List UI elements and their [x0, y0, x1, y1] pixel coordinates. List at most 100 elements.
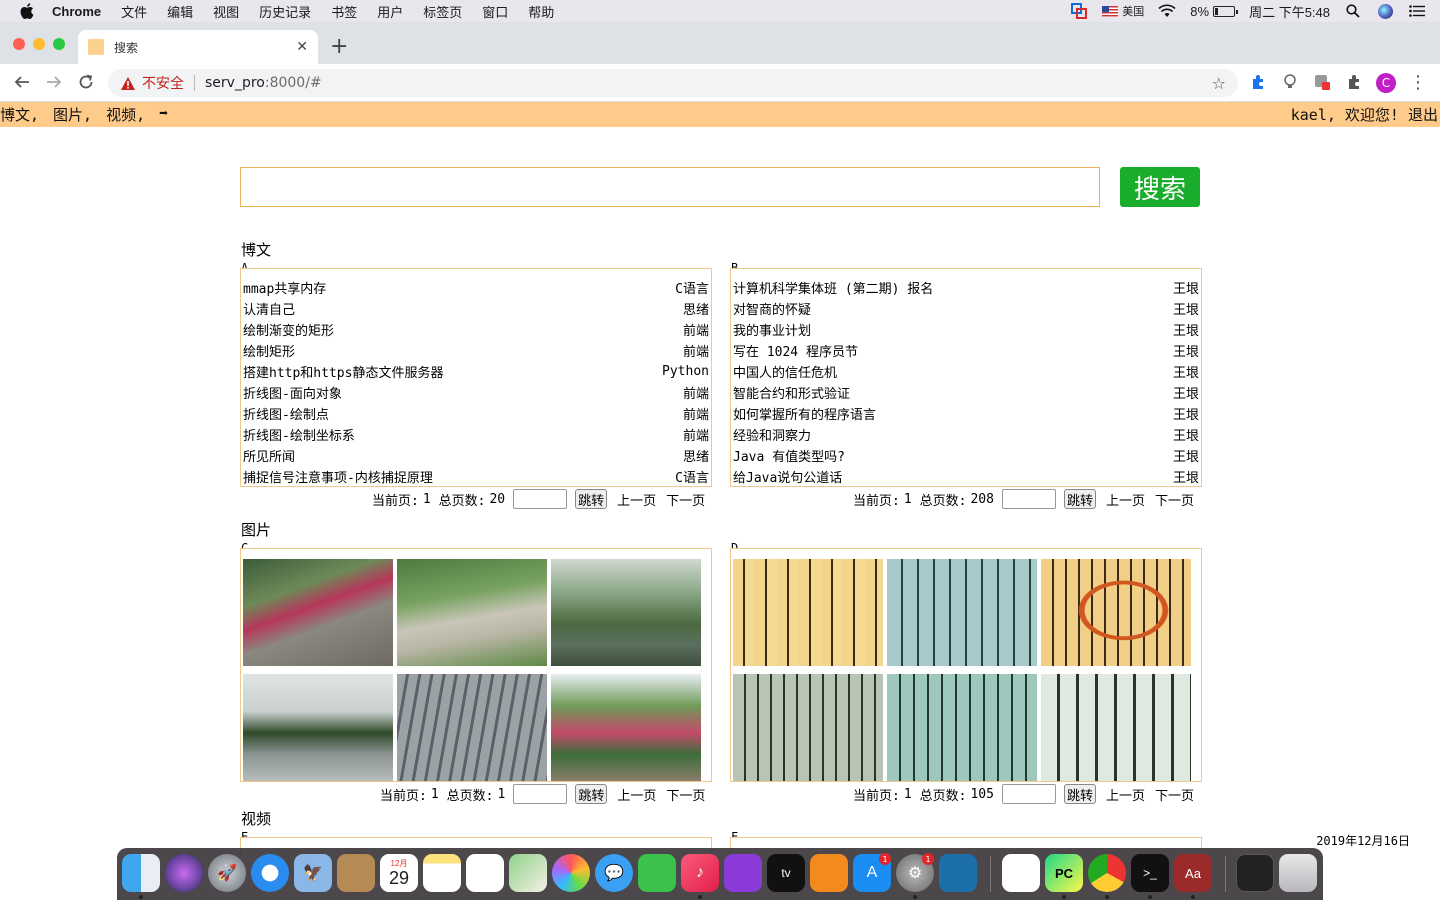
- next-page-link[interactable]: 下一页: [1155, 785, 1194, 804]
- list-item[interactable]: 绘制矩形 前端: [243, 340, 709, 361]
- extension-puzzle-blue-icon[interactable]: [1249, 73, 1267, 91]
- list-item[interactable]: 所见所闻 思绪: [243, 445, 709, 466]
- jump-button[interactable]: 跳转: [1063, 489, 1096, 509]
- post-title[interactable]: 折线图-绘制点: [243, 404, 329, 423]
- pycharm-icon[interactable]: PC: [1045, 854, 1083, 892]
- post-title[interactable]: mmap共享内存: [243, 278, 326, 297]
- post-title[interactable]: 中国人的信任危机: [733, 362, 837, 381]
- next-page-link[interactable]: 下一页: [666, 490, 705, 509]
- contacts-icon[interactable]: [337, 854, 375, 892]
- list-item[interactable]: Java 有值类型吗? 王垠: [733, 445, 1199, 466]
- nav-link-blog[interactable]: 博文,: [0, 104, 39, 125]
- terminal-icon[interactable]: >_: [1131, 854, 1169, 892]
- screenshot-extension-icon[interactable]: [1313, 73, 1331, 91]
- post-title[interactable]: 计算机科学集体班 (第二期) 报名: [733, 278, 933, 297]
- page-jump-input[interactable]: [1001, 784, 1056, 804]
- podcasts-icon[interactable]: [724, 854, 762, 892]
- menu-app-name[interactable]: Chrome: [48, 4, 111, 19]
- prev-page-link[interactable]: 上一页: [1106, 490, 1145, 509]
- input-source[interactable]: 美国: [1102, 3, 1144, 19]
- minimize-window-button[interactable]: [33, 38, 45, 50]
- post-title[interactable]: Java 有值类型吗?: [733, 446, 845, 465]
- photo-thumbnail[interactable]: [243, 559, 393, 666]
- photo-thumbnail[interactable]: [887, 674, 1037, 781]
- page-jump-input[interactable]: [513, 489, 568, 509]
- profile-avatar[interactable]: C: [1376, 73, 1396, 93]
- lightbulb-extension-icon[interactable]: [1281, 73, 1299, 91]
- photo-thumbnail[interactable]: [397, 674, 547, 781]
- apple-tv-icon[interactable]: tv: [767, 854, 805, 892]
- browser-tab[interactable]: 搜索 ✕: [78, 30, 318, 64]
- siri-icon[interactable]: [1376, 3, 1394, 19]
- jump-button[interactable]: 跳转: [575, 784, 608, 804]
- post-title[interactable]: 认清自己: [243, 299, 295, 318]
- next-page-link[interactable]: 下一页: [1155, 490, 1194, 509]
- menu-view[interactable]: 视图: [203, 2, 249, 21]
- warning-triangle-icon[interactable]: [120, 75, 136, 91]
- next-page-link[interactable]: 下一页: [666, 785, 705, 804]
- music-icon[interactable]: ♪: [681, 854, 719, 892]
- nav-link-images[interactable]: 图片,: [53, 104, 92, 125]
- post-title[interactable]: 给Java说句公道话: [733, 467, 842, 486]
- notes-icon[interactable]: [423, 854, 461, 892]
- menu-edit[interactable]: 编辑: [157, 2, 203, 21]
- photo-thumbnail[interactable]: [733, 559, 883, 666]
- screen-tool-icon[interactable]: [1070, 3, 1088, 19]
- list-item[interactable]: 如何掌握所有的程序语言 王垠: [733, 403, 1199, 424]
- back-arrow-icon[interactable]: [12, 72, 32, 92]
- maximize-window-button[interactable]: [53, 38, 65, 50]
- spotlight-search-icon[interactable]: [1344, 4, 1362, 18]
- post-title[interactable]: 搭建http和https静态文件服务器: [243, 362, 443, 381]
- menu-history[interactable]: 历史记录: [249, 2, 321, 21]
- wifi-icon[interactable]: [1158, 4, 1176, 18]
- list-item[interactable]: 捕捉信号注意事项-内核捕捉原理 C语言: [243, 466, 709, 487]
- list-item[interactable]: 写在 1024 程序员节 王垠: [733, 340, 1199, 361]
- extensions-puzzle-icon[interactable]: [1345, 73, 1363, 91]
- finder-icon[interactable]: [122, 854, 160, 892]
- post-title[interactable]: 对智商的怀疑: [733, 299, 811, 318]
- menu-people[interactable]: 用户: [367, 2, 413, 21]
- menu-file[interactable]: 文件: [111, 2, 157, 21]
- post-title[interactable]: 折线图-绘制坐标系: [243, 425, 355, 444]
- prev-page-link[interactable]: 上一页: [617, 785, 656, 804]
- security-label[interactable]: 不安全: [142, 73, 184, 93]
- menu-bookmarks[interactable]: 书签: [321, 2, 367, 21]
- maps-icon[interactable]: [509, 854, 547, 892]
- battery-icon[interactable]: [1213, 5, 1239, 17]
- post-title[interactable]: 绘制渐变的矩形: [243, 320, 334, 339]
- photo-thumbnail[interactable]: [397, 559, 547, 666]
- list-item[interactable]: 智能合约和形式验证 王垠: [733, 382, 1199, 403]
- list-item[interactable]: 我的事业计划 王垠: [733, 319, 1199, 340]
- photo-thumbnail[interactable]: [1041, 559, 1191, 666]
- safari-icon[interactable]: [251, 854, 289, 892]
- photos-icon[interactable]: [552, 854, 590, 892]
- forward-arrow-icon[interactable]: [44, 72, 64, 92]
- page-jump-input[interactable]: [1001, 489, 1056, 509]
- post-title[interactable]: 如何掌握所有的程序语言: [733, 404, 876, 423]
- menu-tab[interactable]: 标签页: [413, 2, 472, 21]
- menubar-clock[interactable]: 周二 下午5:48: [1249, 2, 1330, 21]
- siri-app-icon[interactable]: [165, 854, 203, 892]
- list-item[interactable]: 对智商的怀疑 王垠: [733, 298, 1199, 319]
- list-item[interactable]: 计算机科学集体班 (第二期) 报名 王垠: [733, 277, 1199, 298]
- post-title[interactable]: 绘制矩形: [243, 341, 295, 360]
- jump-button[interactable]: 跳转: [1063, 784, 1096, 804]
- post-title[interactable]: 所见所闻: [243, 446, 295, 465]
- dictionary-icon[interactable]: Aa: [1174, 854, 1212, 892]
- launchpad-icon[interactable]: 🚀: [208, 854, 246, 892]
- list-item[interactable]: 绘制渐变的矩形 前端: [243, 319, 709, 340]
- post-title[interactable]: 折线图-面向对象: [243, 383, 342, 402]
- photo-thumbnail[interactable]: [733, 674, 883, 781]
- list-item[interactable]: 搭建http和https静态文件服务器 Python: [243, 361, 709, 382]
- notification-center-icon[interactable]: [1408, 4, 1426, 18]
- post-title[interactable]: 写在 1024 程序员节: [733, 341, 858, 360]
- photo-thumbnail[interactable]: [1041, 674, 1191, 781]
- list-item[interactable]: 折线图-绘制坐标系 前端: [243, 424, 709, 445]
- chrome-icon[interactable]: [1088, 854, 1126, 892]
- bookmark-star-icon[interactable]: ☆: [1212, 74, 1226, 93]
- menu-help[interactable]: 帮助: [518, 2, 564, 21]
- nav-link-videos[interactable]: 视频,: [106, 104, 145, 125]
- list-item[interactable]: mmap共享内存 C语言: [243, 277, 709, 298]
- address-bar[interactable]: 不安全 serv_pro:8000/# ☆: [108, 69, 1238, 97]
- post-title[interactable]: 捕捉信号注意事项-内核捕捉原理: [243, 467, 433, 486]
